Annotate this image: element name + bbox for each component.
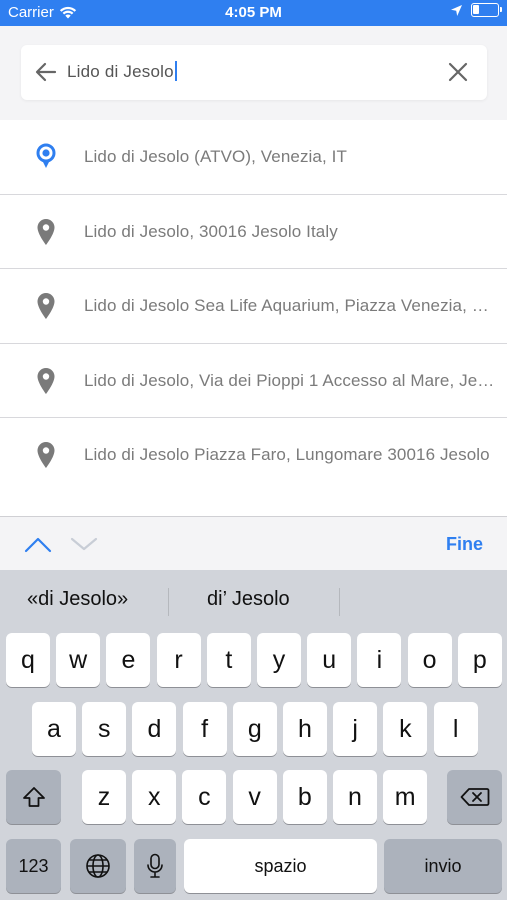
space-key[interactable]: spazio <box>184 839 377 893</box>
result-item[interactable]: Lido di Jesolo, Via dei Pioppi 1 Accesso… <box>0 344 507 418</box>
key-a[interactable]: a <box>32 702 76 756</box>
suggestion-1[interactable]: «di Jesolo» <box>27 588 128 611</box>
key-x[interactable]: x <box>132 770 177 824</box>
map-pin-icon <box>37 293 55 319</box>
key-f[interactable]: f <box>182 702 227 756</box>
key-e[interactable]: e <box>106 633 151 687</box>
chevron-up-icon[interactable] <box>24 535 52 553</box>
key-s[interactable]: s <box>82 702 127 756</box>
globe-key[interactable] <box>70 839 126 893</box>
return-key[interactable]: invio <box>384 839 502 893</box>
key-y[interactable]: y <box>257 633 301 687</box>
result-item[interactable]: Lido di Jesolo (ATVO), Venezia, IT <box>0 120 507 195</box>
suggestion-bar: «di Jesolo» di’ Jesolo <box>0 570 507 626</box>
location-arrow-icon <box>451 4 462 16</box>
results-list-end <box>0 492 507 516</box>
keyboard-accessory-bar: Fine <box>0 516 507 570</box>
backspace-key[interactable] <box>447 770 502 824</box>
key-u[interactable]: u <box>307 633 352 687</box>
result-item[interactable]: Lido di Jesolo Sea Life Aquarium, Piazza… <box>0 269 507 344</box>
clear-icon[interactable] <box>447 61 469 83</box>
search-input-text: Lido di Jesolo <box>67 62 174 81</box>
microphone-icon <box>147 853 163 878</box>
battery-level <box>473 5 479 14</box>
result-label: Lido di Jesolo (ATVO), Venezia, IT <box>84 147 347 166</box>
key-v[interactable]: v <box>232 770 277 824</box>
key-c[interactable]: c <box>182 770 227 824</box>
key-k[interactable]: k <box>383 702 428 756</box>
microphone-key[interactable] <box>134 839 176 893</box>
backspace-icon <box>460 788 489 806</box>
result-label: Lido di Jesolo Piazza Faro, Lungomare 30… <box>84 445 490 464</box>
status-icons <box>450 3 502 17</box>
numbers-key[interactable]: 123 <box>6 839 61 893</box>
shift-icon <box>22 787 45 807</box>
done-button[interactable]: Fine <box>446 534 483 555</box>
key-p[interactable]: p <box>457 633 502 687</box>
key-z[interactable]: z <box>82 770 126 824</box>
key-w[interactable]: w <box>56 633 101 687</box>
text-cursor <box>174 61 177 81</box>
suggestion-divider <box>339 588 340 616</box>
map-pin-icon <box>37 218 55 245</box>
shift-key[interactable] <box>6 770 61 824</box>
back-arrow-icon[interactable] <box>33 59 59 85</box>
search-bar: Lido di Jesolo <box>21 45 487 100</box>
location-pin-icon <box>36 143 56 168</box>
map-pin-icon <box>37 442 55 468</box>
key-n[interactable]: n <box>333 770 377 824</box>
key-t[interactable]: t <box>206 633 251 687</box>
key-h[interactable]: h <box>283 702 327 756</box>
globe-icon <box>86 854 110 878</box>
key-r[interactable]: r <box>156 633 201 687</box>
result-label: Lido di Jesolo, Via dei Pioppi 1 Accesso… <box>84 370 497 390</box>
key-b[interactable]: b <box>282 770 327 824</box>
key-j[interactable]: j <box>333 702 378 756</box>
result-label: Lido di Jesolo, 30016 Jesolo Italy <box>84 221 338 241</box>
keyboard: «di Jesolo» di’ Jesolo 123 spazio invio … <box>0 570 507 900</box>
search-input[interactable]: Lido di Jesolo <box>67 61 177 82</box>
key-l[interactable]: l <box>433 702 478 756</box>
key-i[interactable]: i <box>357 633 402 687</box>
key-o[interactable]: o <box>407 633 452 687</box>
key-d[interactable]: d <box>132 702 177 756</box>
status-bar: Carrier 4:05 PM <box>0 0 507 26</box>
result-label: Lido di Jesolo Sea Life Aquarium, Piazza… <box>84 296 497 315</box>
map-pin-icon <box>37 367 55 394</box>
clock: 4:05 PM <box>225 4 282 21</box>
search-header: Lido di Jesolo <box>0 26 507 120</box>
suggestion-2[interactable]: di’ Jesolo <box>207 588 290 611</box>
key-g[interactable]: g <box>232 702 277 756</box>
results-list: Lido di Jesolo (ATVO), Venezia, IT Lido d… <box>0 120 507 493</box>
result-item[interactable]: Lido di Jesolo, 30016 Jesolo Italy <box>0 195 507 269</box>
chevron-down-icon[interactable] <box>70 535 98 553</box>
battery-icon <box>471 3 502 17</box>
result-item[interactable]: Lido di Jesolo Piazza Faro, Lungomare 30… <box>0 418 507 493</box>
key-m[interactable]: m <box>383 770 428 824</box>
suggestion-divider <box>168 588 169 616</box>
key-q[interactable]: q <box>6 633 50 687</box>
